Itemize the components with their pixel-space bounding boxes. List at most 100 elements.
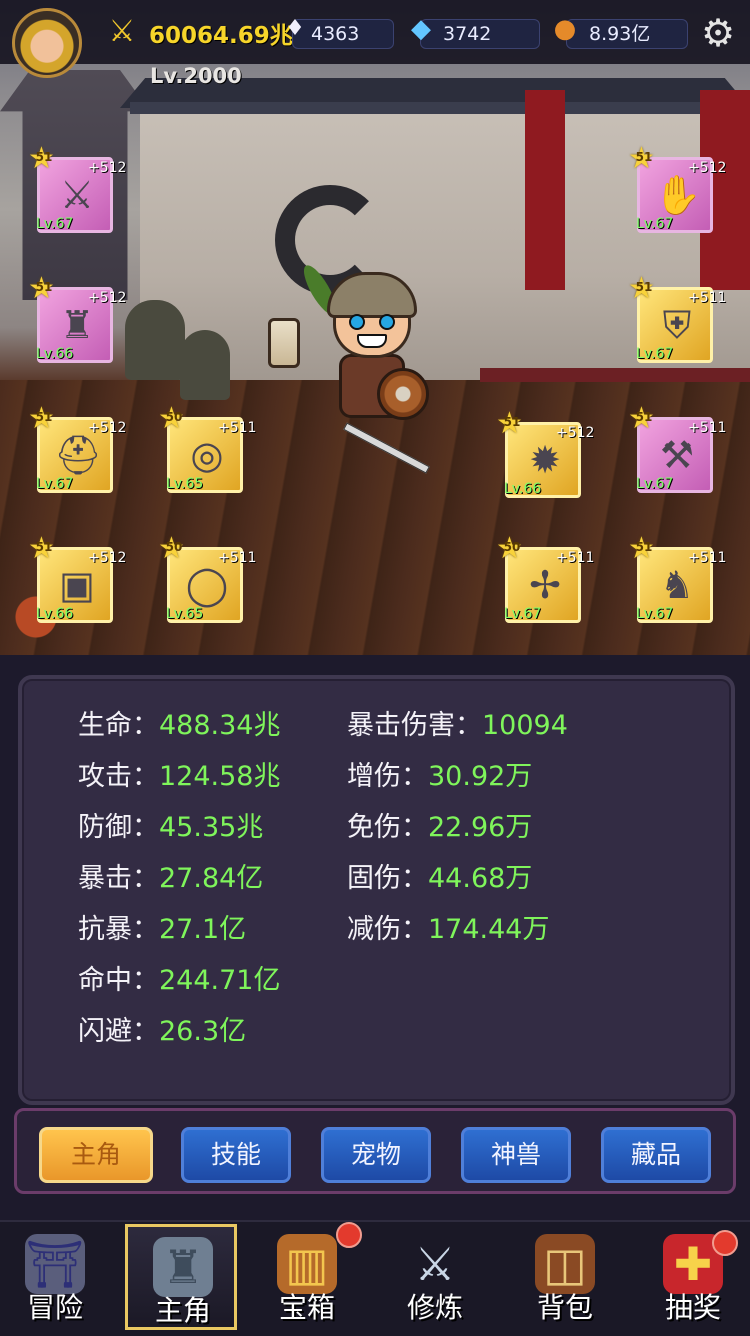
equip-slot-weapon[interactable]: ⚔ ★ 51 +512 Lv.67 xyxy=(28,144,126,233)
nav-hero[interactable]: ♜ 主角 xyxy=(125,1224,237,1330)
equip-stars: 50 xyxy=(165,410,183,424)
equip-stars: 51 xyxy=(635,150,653,164)
hero-mouth xyxy=(357,334,387,348)
equip-level: Lv.67 xyxy=(636,216,674,232)
equip-slot-bracelet[interactable]: ◎ ★ 50 +511 Lv.65 xyxy=(158,404,256,493)
paper-lantern xyxy=(268,318,300,368)
equip-enhance: +511 xyxy=(688,290,727,306)
diamond-icon: ◆ xyxy=(411,14,431,44)
nav-backpack[interactable]: ◫ 背包 xyxy=(510,1224,620,1330)
equip-level: Lv.67 xyxy=(36,476,74,492)
player-avatar[interactable] xyxy=(12,8,82,78)
equip-slot-bracer[interactable]: ⚒ ★ 51 +511 Lv.67 xyxy=(628,404,726,493)
equip-enhance: +512 xyxy=(556,425,595,441)
equip-slot-shoulder[interactable]: ♜ ★ 51 +512 Lv.66 xyxy=(28,274,126,363)
stat-damage-immune: 免伤：22.96万 xyxy=(347,812,533,843)
equip-level: Lv.67 xyxy=(636,606,674,622)
equip-stars: 51 xyxy=(635,410,653,424)
stat-fixed-damage: 固伤：44.68万 xyxy=(347,863,533,894)
amulet-icon: ✹ xyxy=(529,438,561,482)
hero-eye xyxy=(349,314,365,330)
equip-stars: 50 xyxy=(503,540,521,554)
stone-statue xyxy=(180,330,230,400)
equip-slot-gauntlet[interactable]: ✋ ★ 51 +512 Lv.67 xyxy=(628,144,726,233)
equip-stars: 51 xyxy=(503,415,521,429)
equip-slot-amulet[interactable]: ✹ ★ 51 +512 Lv.66 xyxy=(496,409,594,498)
stat-crit-damage: 暴击伤害：10094 xyxy=(347,710,568,741)
ring-icon: ◯ xyxy=(185,563,229,607)
equip-enhance: +512 xyxy=(88,160,127,176)
tab-beasts[interactable]: 神兽 xyxy=(461,1127,571,1183)
stat-dodge: 闪避：26.3亿 xyxy=(78,1016,247,1047)
diamond-value: 3742 xyxy=(443,23,492,45)
nav-label: 宝箱 xyxy=(278,1291,335,1324)
equip-level: Lv.65 xyxy=(166,606,204,622)
equip-level: Lv.67 xyxy=(636,476,674,492)
equip-level: Lv.65 xyxy=(166,476,204,492)
stat-attack: 攻击：124.58兆 xyxy=(78,761,281,792)
tab-pets[interactable]: 宠物 xyxy=(321,1127,431,1183)
equip-stars: 51 xyxy=(635,280,653,294)
gauntlet-icon: ✋ xyxy=(654,173,702,217)
treasure-badge xyxy=(336,1222,362,1248)
stat-defense: 防御：45.35兆 xyxy=(78,812,264,843)
sword-icon: ⚔ xyxy=(59,173,95,217)
player-level: Lv.2000 xyxy=(150,64,242,88)
equip-enhance: +511 xyxy=(688,420,727,436)
equip-slot-chest[interactable]: ⛨ ★ 51 +511 Lv.67 xyxy=(628,274,726,363)
equip-stars: 51 xyxy=(35,410,53,424)
equip-slot-boots[interactable]: ♞ ★ 51 +511 Lv.67 xyxy=(628,534,726,623)
equip-level: Lv.66 xyxy=(36,346,74,362)
knight-helmet-icon: ♜ xyxy=(153,1237,213,1297)
equip-enhance: +512 xyxy=(88,420,127,436)
stone-statue xyxy=(125,300,185,380)
equip-slot-belt[interactable]: ▣ ★ 51 +512 Lv.66 xyxy=(28,534,126,623)
equip-enhance: +511 xyxy=(218,420,257,436)
chest-armor-icon: ⛨ xyxy=(662,303,692,347)
nav-training[interactable]: ⚔ 修炼 xyxy=(380,1224,490,1330)
diamond-counter[interactable]: 3742 xyxy=(420,19,540,49)
equip-level: Lv.66 xyxy=(36,606,74,622)
equip-slot-crossbow[interactable]: ✢ ★ 50 +511 Lv.67 xyxy=(496,534,594,623)
equip-level: Lv.67 xyxy=(636,346,674,362)
crossed-swords-icon: ⚔ xyxy=(414,1237,456,1291)
crossed-swords-power-icon: ⚔ xyxy=(108,14,136,49)
treasure-chest-icon: ▥ xyxy=(277,1234,337,1294)
equip-enhance: +512 xyxy=(688,160,727,176)
stat-damage-reduction: 减伤：174.44万 xyxy=(347,914,550,945)
stat-crit: 暴击：27.84亿 xyxy=(78,863,264,894)
equip-level: Lv.66 xyxy=(504,481,542,497)
equip-enhance: +511 xyxy=(556,550,595,566)
equip-enhance: +511 xyxy=(688,550,727,566)
equip-enhance: +512 xyxy=(88,290,127,306)
equip-slot-helmet[interactable]: ⛑ ★ 51 +512 Lv.67 xyxy=(28,404,126,493)
hero-character[interactable] xyxy=(298,261,435,474)
gate-icon: ⛩ xyxy=(25,1234,85,1294)
helmet-icon: ⛑ xyxy=(54,433,103,477)
tab-hero[interactable]: 主角 xyxy=(39,1127,153,1183)
nav-adventure[interactable]: ⛩ 冒险 xyxy=(0,1224,110,1330)
tab-collection[interactable]: 藏品 xyxy=(601,1127,711,1183)
settings-gear-icon[interactable]: ⚙ xyxy=(697,12,739,54)
red-banner xyxy=(525,90,565,290)
combat-power: 60064.69兆 xyxy=(149,23,293,49)
shoulder-armor-icon: ♜ xyxy=(59,303,95,347)
bracer-icon: ⚒ xyxy=(659,433,695,477)
temple-roof-eave xyxy=(130,102,750,114)
hero-eye xyxy=(379,314,395,330)
stat-crit-resist: 抗暴：27.1亿 xyxy=(78,914,247,945)
backpack-icon: ◫ xyxy=(535,1234,595,1294)
equip-stars: 51 xyxy=(635,540,653,554)
equip-stars: 51 xyxy=(35,540,53,554)
tab-skills[interactable]: 技能 xyxy=(181,1127,291,1183)
stat-hp: 生命：488.34兆 xyxy=(78,710,281,741)
equip-level: Lv.67 xyxy=(504,606,542,622)
nav-label: 背包 xyxy=(536,1291,593,1324)
gold-coin-icon: ● xyxy=(553,14,577,44)
equip-stars: 51 xyxy=(35,280,53,294)
equip-slot-ring[interactable]: ◯ ★ 50 +511 Lv.65 xyxy=(158,534,256,623)
gold-counter[interactable]: 8.93亿 xyxy=(566,19,688,49)
crossbow-icon: ✢ xyxy=(529,563,561,607)
crystal-icon: ♦ xyxy=(285,16,305,41)
stat-hit: 命中：244.71亿 xyxy=(78,965,281,996)
